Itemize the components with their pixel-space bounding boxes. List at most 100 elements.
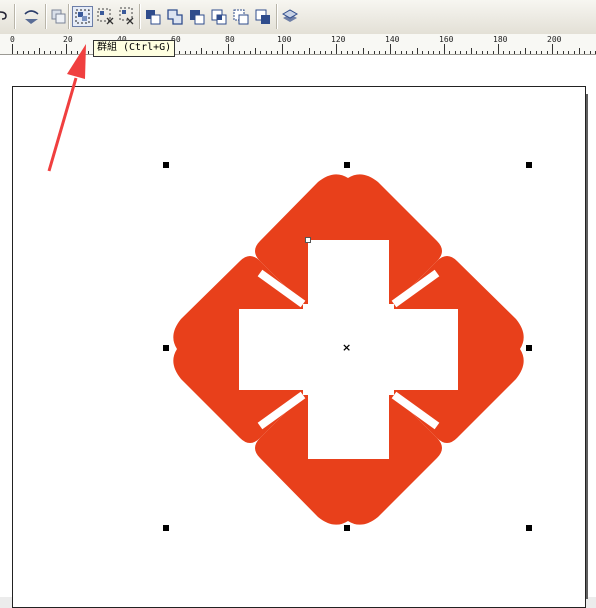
ungroup-icon: [97, 8, 114, 25]
copy-properties-button[interactable]: [48, 6, 69, 27]
curve-tool-button[interactable]: [0, 6, 13, 27]
order-button[interactable]: [280, 6, 301, 27]
ruler-tick: [584, 51, 586, 54]
ruler-tick: [244, 51, 246, 54]
ruler-tick: [541, 51, 543, 54]
ruler-tick: [238, 51, 240, 54]
front-minus-back-button[interactable]: [253, 6, 274, 27]
ruler-tick: [341, 51, 343, 54]
selection-handle-top-left[interactable]: [163, 162, 169, 168]
weld-icon: [167, 9, 183, 25]
ruler-tick: [314, 51, 316, 54]
toolbar: [0, 0, 596, 35]
ruler-tick: [379, 51, 381, 54]
selection-handle-bottom-left[interactable]: [163, 525, 169, 531]
toolbar-separator: [276, 4, 278, 29]
ruler-tick: [233, 51, 235, 54]
ruler-tick: [508, 51, 510, 54]
ruler-tick: [449, 51, 451, 54]
intersect-button[interactable]: [209, 6, 230, 27]
ruler-tick: [255, 48, 256, 54]
ruler-tick: [400, 51, 402, 54]
ruler-tick: [481, 51, 483, 54]
node-handle[interactable]: [305, 237, 311, 243]
toolbar-separator: [68, 4, 70, 29]
ruler-label: 140: [385, 35, 400, 44]
ruler-tick: [579, 48, 580, 54]
trim-icon: [190, 10, 205, 25]
simplify-button[interactable]: [231, 6, 252, 27]
group-button[interactable]: [72, 6, 93, 27]
ruler-tick: [12, 44, 13, 54]
ruler-tick: [562, 51, 564, 54]
ruler-tick: [271, 51, 273, 54]
ruler-tick: [28, 51, 30, 54]
curve-tool-icon: [0, 11, 7, 20]
ruler-tick: [422, 51, 424, 54]
combine-button[interactable]: [143, 6, 164, 27]
ruler-tick: [346, 51, 348, 54]
ruler-label: 100: [277, 35, 292, 44]
ruler-tick: [525, 48, 526, 54]
selection-handle-top[interactable]: [344, 162, 350, 168]
ruler-tick: [390, 44, 391, 54]
ruler-tick: [444, 44, 445, 54]
ruler-label: 180: [493, 35, 508, 44]
toolbar-separator: [14, 4, 16, 29]
ruler-tick: [184, 51, 186, 54]
ruler-tick: [460, 51, 462, 54]
ruler-tick: [201, 48, 202, 54]
trim-button[interactable]: [187, 6, 208, 27]
order-icon: [281, 9, 299, 22]
combine-icon: [146, 10, 161, 25]
ruler-tick: [530, 51, 532, 54]
intersect-icon: [211, 9, 227, 25]
ruler-tick: [265, 51, 267, 54]
rotation-center-marker[interactable]: ×: [342, 342, 351, 353]
ruler-tick: [487, 51, 489, 54]
ruler-tick: [363, 48, 364, 54]
ruler-tick: [557, 51, 559, 54]
ruler-tick: [503, 51, 505, 54]
weld-button[interactable]: [165, 6, 186, 27]
ruler-tick: [373, 51, 375, 54]
ruler-tick: [438, 51, 440, 54]
selection-handle-bottom[interactable]: [344, 525, 350, 531]
ruler-tick: [427, 51, 429, 54]
selection-handle-bottom-right[interactable]: [526, 525, 532, 531]
ruler-tick: [282, 44, 283, 54]
ruler-tick: [589, 51, 591, 54]
ruler-tick: [454, 51, 456, 54]
ruler-tick: [298, 51, 300, 54]
ruler-tick: [336, 44, 337, 54]
group-tooltip: 群組 (Ctrl+G): [93, 40, 176, 57]
ruler-tick: [573, 51, 575, 54]
ruler-tick: [519, 51, 521, 54]
ruler-tick: [471, 48, 472, 54]
ruler-tick: [260, 51, 262, 54]
ruler-tick: [309, 48, 310, 54]
selection-handle-right[interactable]: [526, 345, 532, 351]
ruler-tick: [319, 51, 321, 54]
ruler-tick: [433, 51, 435, 54]
ruler-tick: [552, 44, 553, 54]
ungroup-all-button[interactable]: [116, 6, 137, 27]
flip-tool-button[interactable]: [21, 6, 42, 27]
selection-handle-left[interactable]: [163, 345, 169, 351]
ruler-tick: [287, 51, 289, 54]
ruler-label: 200: [547, 35, 562, 44]
ruler-tick: [352, 51, 354, 54]
ruler-label: 80: [225, 35, 235, 44]
ruler-tick: [535, 51, 537, 54]
ruler-label: 160: [439, 35, 454, 44]
ruler-tick: [465, 51, 467, 54]
selection-handle-top-right[interactable]: [526, 162, 532, 168]
ruler-tick: [33, 51, 35, 54]
ruler-tick: [357, 51, 359, 54]
ruler-tick: [417, 48, 418, 54]
ungroup-button[interactable]: [95, 6, 116, 27]
ruler-tick: [498, 44, 499, 54]
ruler-tick: [22, 51, 24, 54]
ruler-tick: [217, 51, 219, 54]
ruler-tick: [211, 51, 213, 54]
